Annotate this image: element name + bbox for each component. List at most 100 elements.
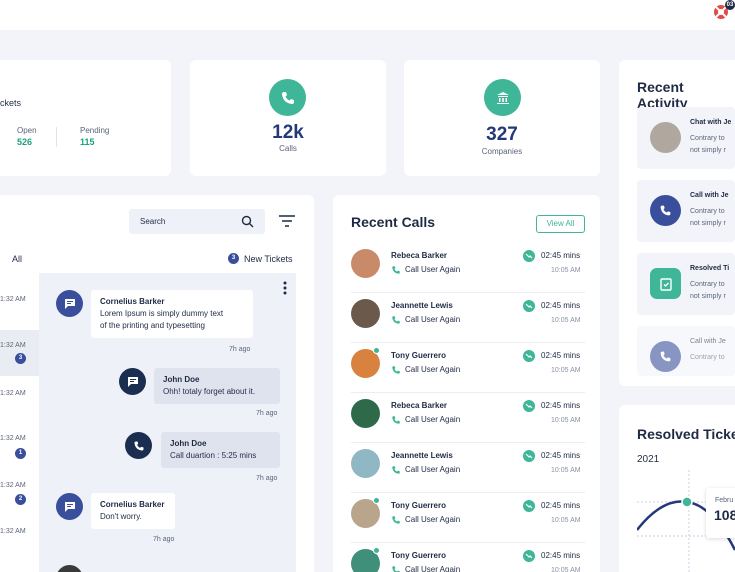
new-tickets-link[interactable]: New Tickets: [244, 254, 293, 264]
search-input[interactable]: Search: [129, 209, 265, 234]
call-duration: 02:45 mins: [541, 251, 581, 260]
caller-name: Jeannette Lewis: [391, 301, 453, 310]
activity-item[interactable]: Call with Je Contrary to: [637, 326, 735, 376]
activity-item[interactable]: Chat with Je Contrary to not simply r: [637, 107, 735, 169]
companies-caption: Companies: [481, 147, 523, 156]
view-all-button[interactable]: View All: [536, 215, 585, 233]
caller-name: Tony Guerrero: [391, 501, 446, 510]
list-time: 1:32 AM: [0, 435, 26, 442]
message-text: Don't worry.: [100, 512, 142, 521]
chat-avatar-icon: [119, 368, 146, 395]
call-duration-icon: [523, 300, 535, 312]
caller-name: Jeannette Lewis: [391, 451, 453, 460]
list-time: 1:32 AM: [0, 528, 26, 535]
calls-value: 12k: [272, 122, 304, 143]
phone-icon: [650, 341, 681, 372]
avatar: [351, 399, 380, 428]
online-indicator: [373, 347, 380, 354]
call-again-link[interactable]: Call User Again: [405, 565, 460, 572]
activity-body: Contrary to not simply r: [690, 281, 726, 300]
tickets-summary-card: ckets Open 526 Pending 115: [0, 60, 171, 176]
filter-all-tab[interactable]: All: [12, 254, 22, 264]
top-bar: [0, 0, 735, 30]
divider: [56, 127, 57, 147]
call-row[interactable]: Jeannette Lewis Call User Again 02:45 mins…: [351, 293, 585, 343]
chart-tooltip: Febru 108: [706, 488, 735, 538]
call-row[interactable]: Rebeca Barker Call User Again 02:45 mins 10…: [351, 243, 585, 293]
caller-name: Rebeca Barker: [391, 251, 448, 260]
caller-name: Tony Guerrero: [391, 551, 446, 560]
phone-icon[interactable]: [391, 265, 401, 275]
phone-icon: [269, 79, 306, 116]
message-text: of the printing and typesetting: [100, 321, 205, 330]
tooltip-month: Febru: [715, 497, 734, 504]
call-duration-icon: [523, 500, 535, 512]
call-duration-icon: [523, 550, 535, 562]
call-duration-icon: [523, 400, 535, 412]
call-duration-icon: [523, 250, 535, 262]
call-row[interactable]: Tony Guerrero Call User Again 02:45 mins 10…: [351, 543, 585, 572]
call-again-link[interactable]: Call User Again: [405, 365, 460, 374]
call-again-link[interactable]: Call User Again: [405, 465, 460, 474]
call-duration: 02:45 mins: [541, 301, 581, 310]
avatar: [351, 249, 380, 278]
call-time: 10:05 AM: [551, 517, 581, 524]
phone-icon[interactable]: [391, 515, 401, 525]
call-duration-icon: [523, 350, 535, 362]
call-row[interactable]: Jeannette Lewis Call User Again 02:45 mins…: [351, 443, 585, 493]
companies-stat-card: 327 Companies: [404, 60, 600, 176]
phone-icon[interactable]: [391, 465, 401, 475]
avatar: [650, 122, 681, 153]
chat-avatar: [56, 565, 83, 572]
chart-point: [681, 496, 693, 508]
message-text: Call duartion : 5:25 mins: [170, 451, 257, 460]
phone-icon[interactable]: [391, 315, 401, 325]
call-time: 10:05 AM: [551, 317, 581, 324]
call-duration: 02:45 mins: [541, 551, 581, 560]
activity-title: Call with Je: [690, 192, 729, 199]
activity-item[interactable]: Resolved Ti Contrary to not simply r: [637, 253, 735, 315]
new-tickets-count: 3: [228, 253, 239, 264]
unread-badge: 1: [15, 448, 26, 459]
call-again-link[interactable]: Call User Again: [405, 315, 460, 324]
bank-icon: [484, 79, 521, 116]
more-icon[interactable]: [283, 281, 287, 295]
call-again-link[interactable]: Call User Again: [405, 515, 460, 524]
conversation-list: 1:32 AM 1:32 AM 3 1:32 AM 1:32 AM 1 1:32…: [0, 273, 39, 572]
list-time: 1:32 AM: [0, 482, 26, 489]
pending-value: 115: [80, 137, 95, 147]
message-time: 7h ago: [153, 536, 175, 543]
phone-icon[interactable]: [391, 365, 401, 375]
message-time: 7h ago: [256, 410, 278, 417]
list-time: 1:32 AM: [0, 342, 26, 349]
call-again-link[interactable]: Call User Again: [405, 415, 460, 424]
phone-icon[interactable]: [391, 565, 401, 572]
activity-title: Resolved Ti: [690, 265, 730, 272]
call-row[interactable]: Tony Guerrero Call User Again 02:45 mins 10…: [351, 493, 585, 543]
activity-title: Call with Je: [690, 338, 726, 345]
phone-icon[interactable]: [391, 415, 401, 425]
call-again-link[interactable]: Call User Again: [405, 265, 460, 274]
search-icon[interactable]: [241, 215, 254, 228]
call-row[interactable]: Tony Guerrero Call User Again 02:45 mins 10…: [351, 343, 585, 393]
message-sender: Cornelius Barker: [100, 500, 165, 509]
recent-calls-title: Recent Calls: [351, 214, 436, 230]
message-thread: Cornelius Barker Lorem Ipsum is simply d…: [39, 273, 296, 572]
resolved-year[interactable]: 2021: [637, 454, 659, 465]
call-time: 10:05 AM: [551, 467, 581, 474]
tooltip-value: 108: [714, 507, 735, 523]
activity-item[interactable]: Call with Je Contrary to not simply r: [637, 180, 735, 242]
avatar: [351, 299, 380, 328]
call-row[interactable]: Rebeca Barker Call User Again 02:45 mins 10…: [351, 393, 585, 443]
message-time: 7h ago: [229, 346, 251, 353]
list-time: 1:32 AM: [0, 296, 26, 303]
companies-value: 327: [486, 124, 518, 145]
call-time: 10:05 AM: [551, 367, 581, 374]
open-label: Open: [17, 126, 37, 135]
online-indicator: [373, 547, 380, 554]
call-duration: 02:45 mins: [541, 401, 581, 410]
open-value: 526: [17, 137, 33, 147]
filter-icon[interactable]: [278, 214, 296, 228]
calls-caption: Calls: [279, 144, 297, 153]
message-sender: John Doe: [163, 375, 200, 384]
